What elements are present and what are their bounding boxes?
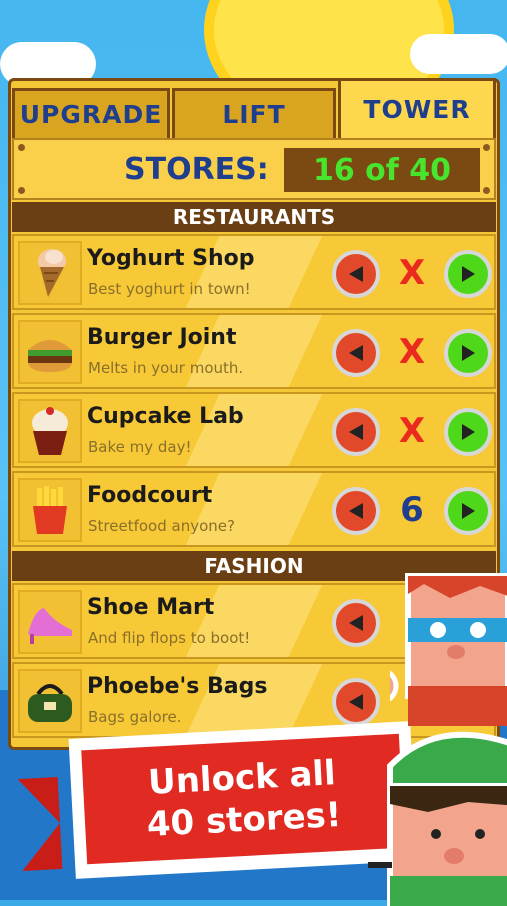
store-description: And flip flops to boot!	[88, 629, 251, 647]
locked-status: X	[398, 253, 426, 293]
cloud	[410, 34, 507, 74]
arrow-left-icon	[349, 424, 363, 440]
rivet-icon	[483, 187, 490, 194]
arrow-left-icon	[349, 694, 363, 710]
store-description: Bags galore.	[88, 708, 182, 726]
superhero-character	[390, 573, 507, 726]
store-description: Best yoghurt in town!	[88, 280, 251, 298]
store-name: Foodcourt	[87, 483, 213, 508]
increase-button[interactable]	[444, 487, 492, 535]
store-name: Burger Joint	[87, 325, 237, 350]
locked-status: X	[398, 411, 426, 451]
arrow-right-icon	[462, 345, 475, 361]
stores-bar: STORES: 16 of 40	[12, 138, 496, 200]
burger-icon	[18, 320, 82, 384]
tab-tower[interactable]: TOWER	[338, 78, 496, 138]
arrow-right-icon	[462, 266, 475, 282]
decrease-button[interactable]	[332, 329, 380, 377]
rivet-icon	[18, 187, 25, 194]
decrease-button[interactable]	[332, 408, 380, 456]
frozen-yoghurt-icon	[18, 241, 82, 305]
stores-count: 16 of 40	[284, 148, 480, 192]
ribbon-tail	[17, 777, 63, 871]
store-row-cupcake-lab: Cupcake Lab Bake my day! X	[12, 392, 496, 468]
store-description: Melts in your mouth.	[88, 359, 244, 377]
promo-banner[interactable]: Unlock all 40 stores!	[81, 733, 405, 865]
store-name: Yoghurt Shop	[87, 246, 255, 271]
store-description: Streetfood anyone?	[88, 517, 235, 535]
arrow-right-icon	[462, 424, 475, 440]
store-row-burger-joint: Burger Joint Melts in your mouth. X	[12, 313, 496, 389]
locked-status: X	[398, 332, 426, 372]
cupcake-icon	[18, 399, 82, 463]
decrease-button[interactable]	[332, 599, 380, 647]
tab-upgrade[interactable]: UPGRADE	[12, 88, 170, 138]
arrow-left-icon	[349, 503, 363, 519]
store-name: Cupcake Lab	[87, 404, 244, 429]
store-row-yoghurt-shop: Yoghurt Shop Best yoghurt in town! X	[12, 234, 496, 310]
store-name: Phoebe's Bags	[87, 674, 268, 699]
rivet-icon	[18, 144, 25, 151]
promo-line-2: 40 stores!	[145, 794, 343, 846]
decrease-button[interactable]	[332, 250, 380, 298]
arrow-left-icon	[349, 615, 363, 631]
decrease-button[interactable]	[332, 487, 380, 535]
arrow-right-icon	[462, 503, 475, 519]
high-heel-icon	[18, 590, 82, 654]
section-header-restaurants: RESTAURANTS	[12, 202, 496, 232]
store-name: Shoe Mart	[87, 595, 215, 620]
store-description: Bake my day!	[88, 438, 192, 456]
store-count: 6	[400, 490, 424, 530]
increase-button[interactable]	[444, 250, 492, 298]
arrow-left-icon	[349, 266, 363, 282]
increase-button[interactable]	[444, 329, 492, 377]
chef-character	[368, 731, 507, 906]
store-row-foodcourt: Foodcourt Streetfood anyone? 6	[12, 471, 496, 547]
stores-label: STORES:	[124, 152, 269, 187]
rivet-icon	[483, 144, 490, 151]
tab-lift[interactable]: LIFT	[172, 88, 336, 138]
fries-icon	[18, 478, 82, 542]
handbag-icon	[18, 669, 82, 733]
arrow-left-icon	[349, 345, 363, 361]
increase-button[interactable]	[444, 408, 492, 456]
